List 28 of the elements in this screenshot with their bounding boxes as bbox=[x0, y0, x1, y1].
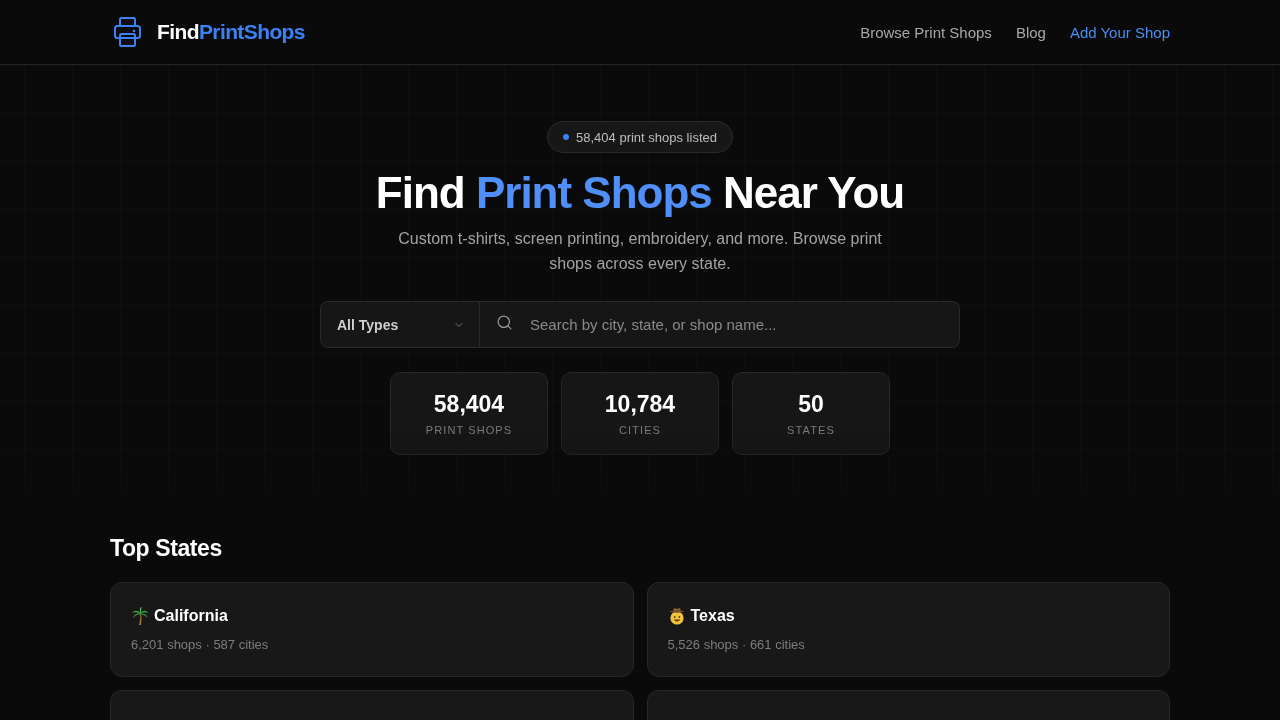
state-stats: 5,526 shops · 661 cities bbox=[667, 637, 806, 652]
type-select[interactable]: All Types bbox=[320, 301, 480, 348]
search-icon bbox=[496, 314, 513, 331]
printer-icon bbox=[114, 17, 141, 47]
nav-link[interactable]: Browse Print Shops bbox=[860, 23, 992, 41]
palm-tree-icon bbox=[131, 607, 149, 625]
logo-text[interactable]: FindPrintShops bbox=[157, 20, 305, 44]
state-card[interactable] bbox=[110, 690, 634, 720]
stat-label: CITIES bbox=[618, 424, 662, 436]
nav-link[interactable]: Blog bbox=[1015, 23, 1046, 41]
stat-label: STATES bbox=[787, 424, 835, 436]
badge-text: 58,404 print shops listed bbox=[576, 129, 717, 145]
smiley-with-hat-icon bbox=[667, 607, 686, 625]
hero-heading: Find Print Shops Near You bbox=[375, 169, 905, 217]
status-dot-icon bbox=[563, 134, 570, 140]
state-name: California bbox=[154, 607, 228, 625]
hero-subtitle: Custom t-shirts, screen printing, embroidery, and more. Browse print shops across every state. bbox=[397, 229, 883, 274]
state-name: Texas bbox=[690, 607, 735, 625]
add-shop-link[interactable]: Add Your Shop bbox=[1069, 23, 1170, 41]
state-stats: 6,201 shops · 587 cities bbox=[131, 637, 270, 652]
state-card[interactable]: Texas 5,526 shops · 661 cities bbox=[646, 582, 1170, 677]
stat-label: PRINT SHOPS bbox=[425, 424, 513, 436]
stat-value: 50 bbox=[798, 391, 824, 418]
state-card[interactable] bbox=[646, 690, 1170, 720]
section-title: Top States bbox=[110, 534, 223, 563]
stat-value: 10,784 bbox=[604, 391, 676, 418]
stat-value: 58,404 bbox=[433, 391, 505, 418]
state-card[interactable]: California 6,201 shops · 587 cities bbox=[110, 582, 634, 677]
